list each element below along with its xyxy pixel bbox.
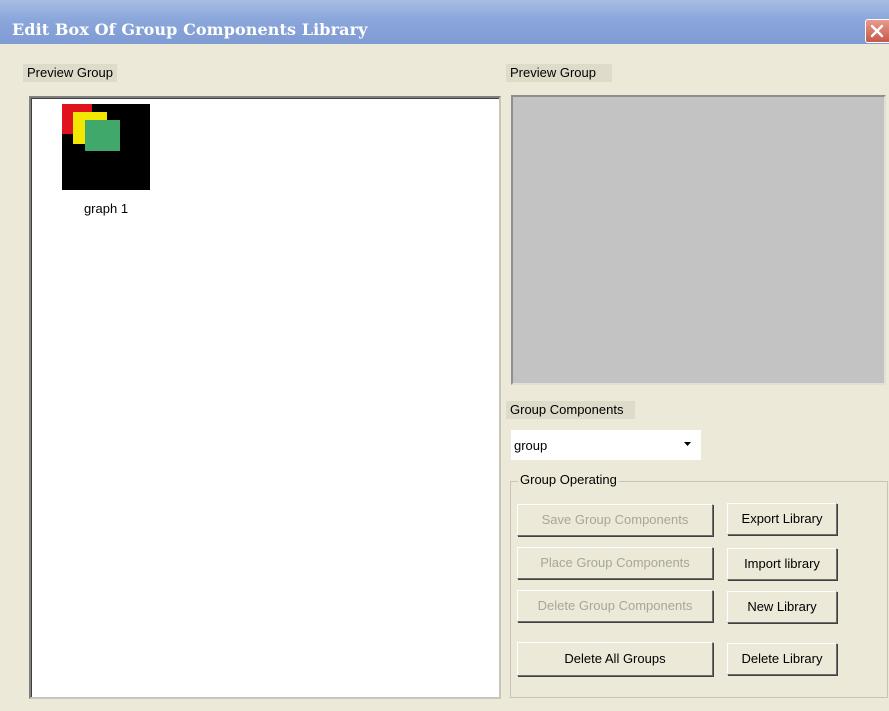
right-preview-label: Preview Group [506, 64, 612, 82]
save-group-components-button[interactable]: Save Group Components [517, 504, 713, 536]
left-preview-label: Preview Group [23, 64, 117, 82]
place-group-components-button[interactable]: Place Group Components [517, 547, 713, 579]
delete-all-groups-button[interactable]: Delete All Groups [517, 642, 713, 676]
close-icon [870, 24, 884, 38]
preview-area [511, 95, 886, 385]
dialog-window: Edit Box Of Group Components Library Pre… [0, 0, 889, 711]
group-list[interactable]: graph 1 [29, 96, 501, 699]
thumbnail-caption: graph 1 [83, 201, 129, 216]
title-bar[interactable]: Edit Box Of Group Components Library [0, 0, 889, 44]
window-title: Edit Box Of Group Components Library [12, 20, 368, 39]
group-operating-legend: Group Operating [518, 471, 619, 489]
close-button[interactable] [865, 19, 889, 43]
import-library-button[interactable]: Import library [727, 548, 837, 580]
chevron-down-icon[interactable] [684, 442, 691, 446]
delete-library-button[interactable]: Delete Library [727, 643, 837, 675]
thumb-green-square [85, 120, 120, 151]
group-select[interactable]: group [511, 430, 701, 460]
new-library-button[interactable]: New Library [727, 591, 837, 623]
group-select-value: group [514, 438, 548, 453]
group-components-label: Group Components [506, 401, 636, 419]
export-library-button[interactable]: Export Library [727, 503, 837, 535]
delete-group-components-button[interactable]: Delete Group Components [517, 590, 713, 622]
group-thumbnail[interactable] [62, 104, 150, 190]
